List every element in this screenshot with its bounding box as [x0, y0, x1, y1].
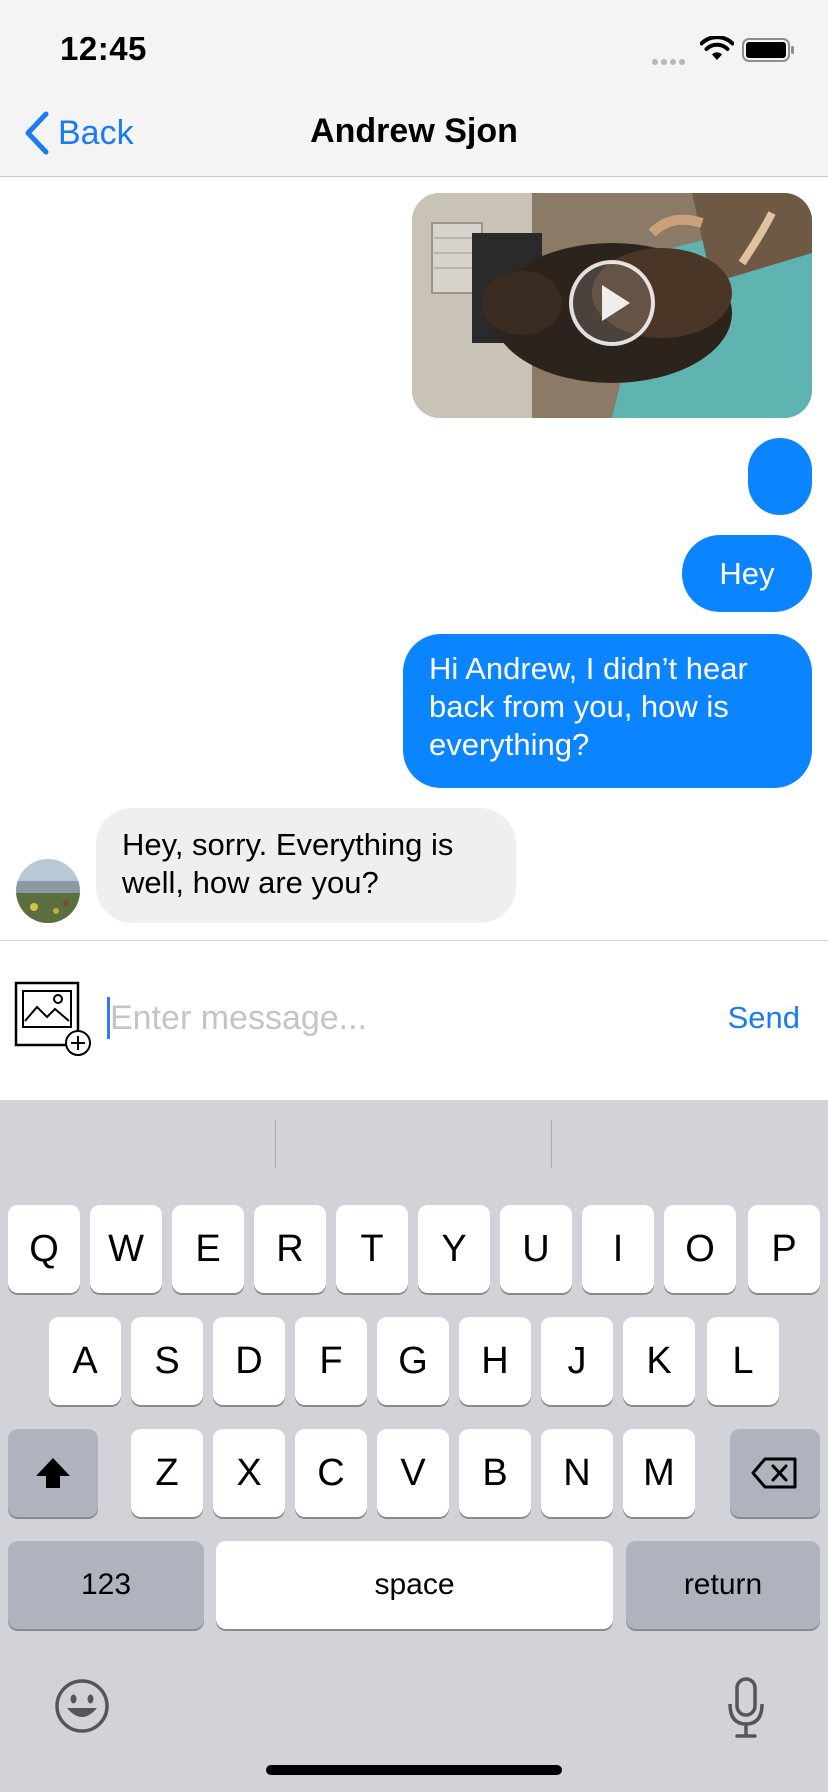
backspace-icon — [751, 1457, 797, 1489]
avatar[interactable] — [16, 859, 80, 923]
shift-key[interactable] — [8, 1429, 98, 1517]
key-f[interactable]: F — [295, 1317, 367, 1405]
key-k[interactable]: K — [623, 1317, 695, 1405]
key-s[interactable]: S — [131, 1317, 203, 1405]
space-key[interactable]: space — [216, 1541, 613, 1629]
conversation-title: Andrew Sjon — [310, 112, 518, 150]
key-i[interactable]: I — [582, 1205, 654, 1293]
outgoing-message-bubble: Hi Andrew, I didn’t hear back from you, … — [403, 634, 812, 788]
key-v[interactable]: V — [377, 1429, 449, 1517]
cellular-signal-icon — [652, 52, 688, 70]
key-y[interactable]: Y — [418, 1205, 490, 1293]
key-j[interactable]: J — [541, 1317, 613, 1405]
key-q[interactable]: Q — [8, 1205, 80, 1293]
key-a[interactable]: A — [49, 1317, 121, 1405]
key-d[interactable]: D — [213, 1317, 285, 1405]
keyboard: Q W E R T Y U I O P A S D F G H J K L Z … — [0, 1100, 828, 1792]
key-e[interactable]: E — [172, 1205, 244, 1293]
add-image-icon[interactable] — [14, 981, 94, 1059]
wifi-icon — [700, 36, 734, 60]
battery-icon — [742, 38, 794, 62]
shift-icon — [36, 1458, 70, 1488]
key-t[interactable]: T — [336, 1205, 408, 1293]
return-key[interactable]: return — [626, 1541, 820, 1629]
key-p[interactable]: P — [748, 1205, 820, 1293]
emoji-icon[interactable] — [54, 1678, 110, 1734]
avatar-image — [16, 859, 80, 923]
play-icon[interactable] — [568, 259, 656, 347]
key-n[interactable]: N — [541, 1429, 613, 1517]
key-z[interactable]: Z — [131, 1429, 203, 1517]
key-x[interactable]: X — [213, 1429, 285, 1517]
key-l[interactable]: L — [707, 1317, 779, 1405]
suggestion-divider — [275, 1120, 276, 1168]
key-w[interactable]: W — [90, 1205, 162, 1293]
key-b[interactable]: B — [459, 1429, 531, 1517]
suggestion-divider — [551, 1120, 552, 1168]
key-u[interactable]: U — [500, 1205, 572, 1293]
microphone-icon[interactable] — [726, 1676, 766, 1740]
key-g[interactable]: G — [377, 1317, 449, 1405]
send-button[interactable]: Send — [700, 1000, 800, 1036]
numbers-key[interactable]: 123 — [8, 1541, 204, 1629]
input-divider — [0, 940, 828, 941]
key-h[interactable]: H — [459, 1317, 531, 1405]
key-r[interactable]: R — [254, 1205, 326, 1293]
message-input[interactable] — [110, 990, 670, 1046]
incoming-message-bubble: Hey, sorry. Everything is well, how are … — [96, 808, 516, 923]
delete-key[interactable] — [730, 1429, 820, 1517]
key-o[interactable]: O — [664, 1205, 736, 1293]
status-time: 12:45 — [60, 30, 147, 67]
home-indicator — [266, 1765, 562, 1775]
outgoing-message-bubble: Hey — [682, 535, 812, 612]
key-c[interactable]: C — [295, 1429, 367, 1517]
key-m[interactable]: M — [623, 1429, 695, 1517]
outgoing-empty-bubble — [748, 438, 812, 515]
